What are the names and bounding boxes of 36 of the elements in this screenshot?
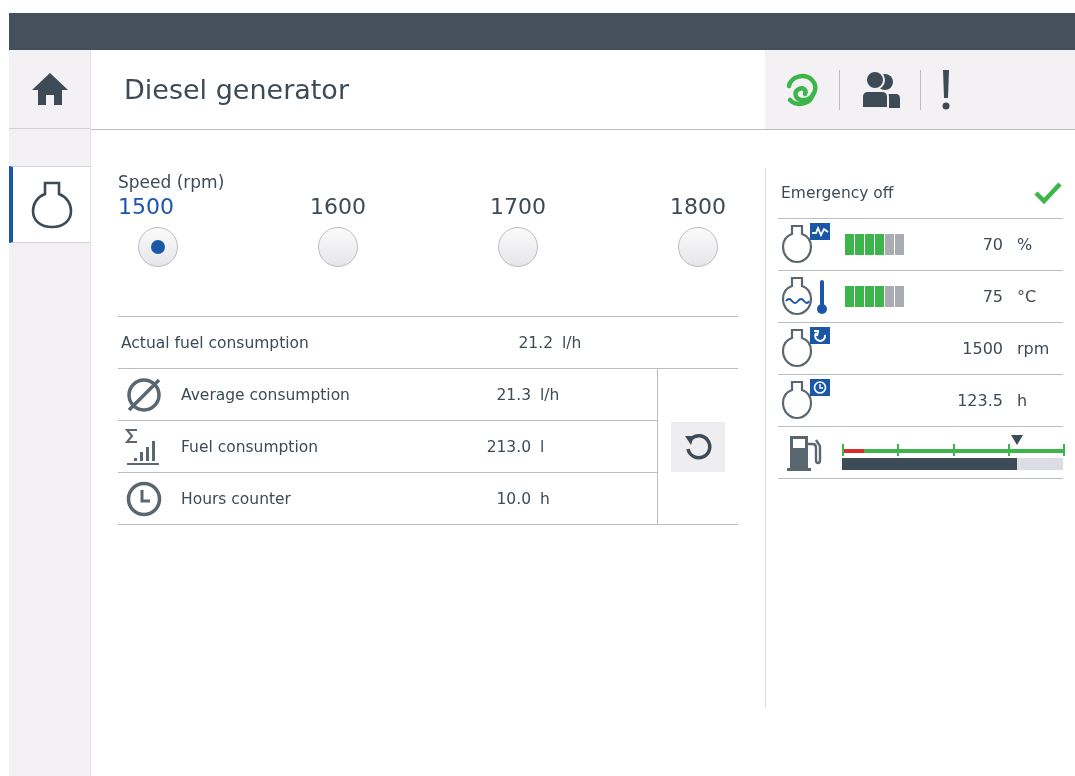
reading-unit: h (1017, 391, 1028, 410)
speed-value: 1800 (670, 194, 726, 219)
reading-value: 70 (981, 235, 1003, 254)
reading-unit: % (1017, 235, 1033, 254)
actual-fuel-unit: l/h (562, 333, 582, 352)
reading-unit: °C (1017, 287, 1037, 306)
reading-value: 75 (981, 287, 1003, 306)
reading-value: 1500 (961, 339, 1003, 358)
page-title: Diesel generator (124, 74, 349, 105)
counter-value: 10.0 (495, 489, 531, 508)
engine-icon (29, 179, 74, 230)
counter-unit: h (540, 489, 550, 508)
counter-value: 213.0 (485, 437, 531, 456)
speed-radio[interactable] (138, 227, 178, 267)
reading-unit: rpm (1017, 339, 1050, 358)
counter-value: 21.3 (495, 385, 531, 404)
speed-radio[interactable] (498, 227, 538, 267)
counter-label: Hours counter (181, 489, 292, 508)
speed-radio[interactable] (318, 227, 358, 267)
status-label: Emergency off (781, 184, 894, 202)
counter-label: Average consumption (181, 385, 351, 404)
speed-label: Speed (rpm) (118, 172, 226, 192)
counter-label: Fuel consumption (181, 437, 320, 456)
actual-fuel-label: Actual fuel consumption (121, 333, 310, 352)
counter-unit: l (540, 437, 545, 456)
engine-tab[interactable] (9, 166, 90, 243)
speed-value: 1700 (490, 194, 546, 219)
diameter-icon (125, 375, 163, 414)
reset-button[interactable] (671, 421, 725, 472)
speed-value: 1600 (310, 194, 366, 219)
actual-fuel-value: 21.2 (517, 333, 553, 352)
clock-icon (125, 479, 163, 518)
reading-value: 123.5 (956, 391, 1003, 410)
speed-radio[interactable] (678, 227, 718, 267)
counter-unit: l/h (540, 385, 560, 404)
speed-value: 1500 (118, 194, 174, 219)
